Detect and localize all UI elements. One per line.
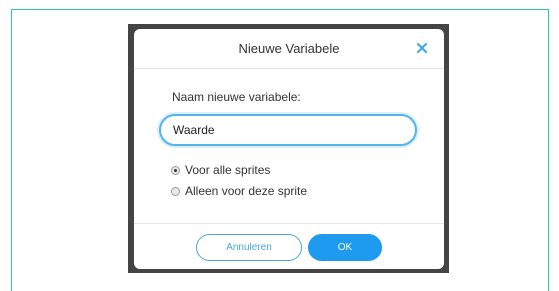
new-variable-dialog: Nieuwe Variabele Naam nieuwe variabele: … — [134, 29, 444, 269]
dialog-header: Nieuwe Variabele — [134, 29, 444, 69]
radio-all-sprites[interactable] — [171, 165, 180, 175]
radio-this-sprite-only[interactable] — [171, 186, 180, 196]
option-this-sprite-only-label: Alleen voor deze sprite — [185, 184, 308, 198]
dialog-footer: Annuleren OK — [134, 223, 444, 269]
dialog-body: Naam nieuwe variabele: Voor alle sprites… — [134, 69, 444, 224]
option-this-sprite-only[interactable]: Alleen voor deze sprite — [171, 184, 307, 198]
option-all-sprites[interactable]: Voor alle sprites — [171, 163, 270, 177]
ok-button[interactable]: OK — [308, 234, 382, 261]
variable-name-label: Naam nieuwe variabele: — [172, 90, 301, 104]
dialog-title: Nieuwe Variabele — [238, 41, 340, 56]
variable-name-input[interactable] — [159, 114, 417, 146]
cancel-button[interactable]: Annuleren — [196, 234, 302, 261]
close-icon[interactable] — [414, 40, 430, 56]
option-all-sprites-label: Voor alle sprites — [185, 163, 271, 177]
